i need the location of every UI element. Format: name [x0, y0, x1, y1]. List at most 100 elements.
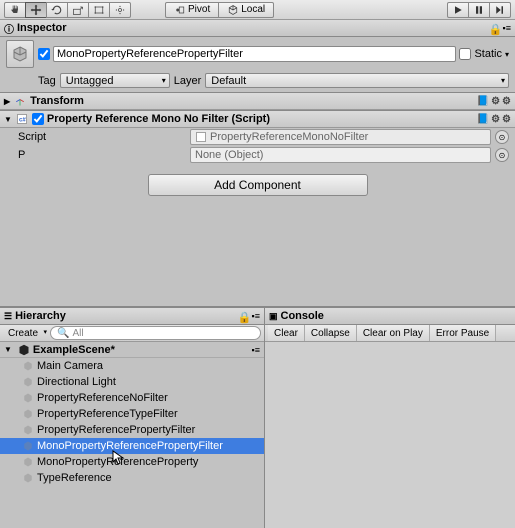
hierarchy-item-label: Directional Light	[37, 376, 116, 388]
transform-tool[interactable]	[109, 2, 131, 18]
tag-dropdown[interactable]: Untagged	[60, 73, 170, 88]
unity-icon	[18, 344, 30, 356]
move-icon	[30, 4, 42, 16]
static-checkbox[interactable]	[459, 48, 471, 60]
hierarchy-icon: ☰	[4, 311, 12, 322]
rotate-tool[interactable]	[46, 2, 68, 18]
transform-tools	[4, 2, 131, 18]
console-tab[interactable]: ▣ Console	[265, 308, 515, 325]
script-field[interactable]: PropertyReferenceMonoNoFilter	[190, 129, 491, 145]
inspector-icon: ⓘ	[4, 21, 14, 36]
console-toolbar: Clear Collapse Clear on Play Error Pause	[265, 325, 515, 342]
console-panel: ▣ Console Clear Collapse Clear on Play E…	[265, 308, 515, 528]
help-icon[interactable]: 📘	[477, 96, 489, 107]
create-dropdown[interactable]: Create	[3, 328, 50, 339]
scene-header[interactable]: ▼ ExampleScene* ▪≡	[0, 342, 264, 358]
gameobject-icon[interactable]	[6, 40, 34, 68]
local-toggle[interactable]: Local	[218, 2, 274, 18]
rect-tool[interactable]	[88, 2, 110, 18]
hierarchy-toolbar: Create 🔍All	[0, 325, 264, 342]
object-picker-icon[interactable]: ⊙	[495, 130, 509, 144]
collapse-button[interactable]: Collapse	[305, 325, 357, 341]
gameobject-icon	[22, 408, 34, 420]
gameobject-name-field[interactable]	[53, 46, 456, 62]
hierarchy-item[interactable]: Directional Light	[0, 374, 264, 390]
component-menu-icon[interactable]: ⚙	[502, 96, 511, 107]
hierarchy-item-label: PropertyReferenceNoFilter	[37, 392, 168, 404]
inspector-tab[interactable]: ⓘ Inspector 🔒 ▪≡	[0, 20, 515, 37]
tab-menu-icon[interactable]: ▪≡	[503, 23, 511, 33]
gameobject-header: Static ▾	[0, 37, 515, 71]
clear-button[interactable]: Clear	[268, 325, 305, 341]
static-label: Static	[474, 48, 502, 60]
transform-icon	[13, 94, 27, 108]
hand-tool[interactable]	[4, 2, 26, 18]
play-controls	[447, 2, 511, 18]
hierarchy-item[interactable]: MonoPropertyReferencePropertyFilter	[0, 438, 264, 454]
gameobject-icon	[22, 376, 34, 388]
transform-component: ▶ Transform 📘 ⚙ ⚙	[0, 92, 515, 110]
play-button[interactable]	[447, 2, 469, 18]
transform-header[interactable]: ▶ Transform 📘 ⚙ ⚙	[0, 93, 515, 110]
gameobject-icon	[22, 360, 34, 372]
pause-icon	[473, 4, 485, 16]
hierarchy-item-label: MonoPropertyReferenceProperty	[37, 456, 198, 468]
scale-tool[interactable]	[67, 2, 89, 18]
hierarchy-item[interactable]: Main Camera	[0, 358, 264, 374]
hierarchy-item-label: TypeReference	[37, 472, 112, 484]
component-menu-icon[interactable]: ⚙	[502, 114, 511, 125]
hierarchy-tree: Main Camera Directional Light PropertyRefe…	[0, 358, 264, 528]
hierarchy-item[interactable]: MonoPropertyReferenceProperty	[0, 454, 264, 470]
hierarchy-item[interactable]: PropertyReferenceNoFilter	[0, 390, 264, 406]
tag-layer-row: Tag Untagged Layer Default	[0, 71, 515, 92]
transform-title: Transform	[30, 95, 84, 107]
rotate-icon	[51, 4, 63, 16]
help-icon[interactable]: 📘	[477, 114, 489, 125]
add-component-button[interactable]: Add Component	[148, 174, 368, 196]
pause-button[interactable]	[468, 2, 490, 18]
gameobject-icon	[22, 440, 34, 452]
hierarchy-item-label: PropertyReferencePropertyFilter	[37, 424, 195, 436]
main-toolbar: Pivot Local	[0, 0, 515, 20]
foldout-icon[interactable]: ▼	[4, 115, 12, 124]
scale-icon	[72, 4, 84, 16]
hierarchy-item[interactable]: TypeReference	[0, 470, 264, 486]
script-label: Script	[6, 131, 186, 143]
console-tab-label: Console	[281, 310, 324, 322]
lock-icon[interactable]: 🔒	[238, 311, 248, 321]
clear-on-play-button[interactable]: Clear on Play	[357, 325, 430, 341]
object-picker-icon[interactable]: ⊙	[495, 148, 509, 162]
rect-icon	[93, 4, 105, 16]
preset-icon[interactable]: ⚙	[491, 114, 500, 125]
script-title: Property Reference Mono No Filter (Scrip…	[47, 113, 270, 125]
step-button[interactable]	[489, 2, 511, 18]
gameobject-active-checkbox[interactable]	[38, 48, 50, 60]
preset-icon[interactable]: ⚙	[491, 96, 500, 107]
gameobject-icon	[22, 472, 34, 484]
hierarchy-item-label: MonoPropertyReferencePropertyFilter	[37, 440, 223, 452]
move-tool[interactable]	[25, 2, 47, 18]
foldout-icon[interactable]: ▶	[4, 97, 10, 106]
p-field[interactable]: None (Object)	[190, 147, 491, 163]
tab-menu-icon[interactable]: ▪≡	[252, 311, 260, 321]
hierarchy-tab[interactable]: ☰ Hierarchy 🔒 ▪≡	[0, 308, 264, 325]
pivot-toggle[interactable]: Pivot	[165, 2, 219, 18]
play-icon	[452, 4, 464, 16]
layer-dropdown[interactable]: Default	[205, 73, 509, 88]
script-header[interactable]: ▼ c# Property Reference Mono No Filter (…	[0, 111, 515, 128]
hierarchy-item-label: PropertyReferenceTypeFilter	[37, 408, 178, 420]
script-component: ▼ c# Property Reference Mono No Filter (…	[0, 110, 515, 164]
hierarchy-item[interactable]: PropertyReferenceTypeFilter	[0, 406, 264, 422]
gameobject-icon	[22, 456, 34, 468]
combined-icon	[114, 4, 126, 16]
lock-icon[interactable]: 🔒	[489, 23, 499, 33]
hierarchy-search[interactable]: 🔍All	[50, 326, 261, 340]
script-enabled-checkbox[interactable]	[32, 113, 44, 125]
p-property-row: P None (Object) ⊙	[0, 146, 515, 164]
static-dropdown-icon[interactable]: ▾	[505, 50, 509, 59]
hierarchy-item[interactable]: PropertyReferencePropertyFilter	[0, 422, 264, 438]
console-output	[265, 342, 515, 528]
foldout-icon[interactable]: ▼	[4, 345, 12, 354]
error-pause-button[interactable]: Error Pause	[430, 325, 496, 341]
scene-menu-icon[interactable]: ▪≡	[252, 345, 260, 355]
